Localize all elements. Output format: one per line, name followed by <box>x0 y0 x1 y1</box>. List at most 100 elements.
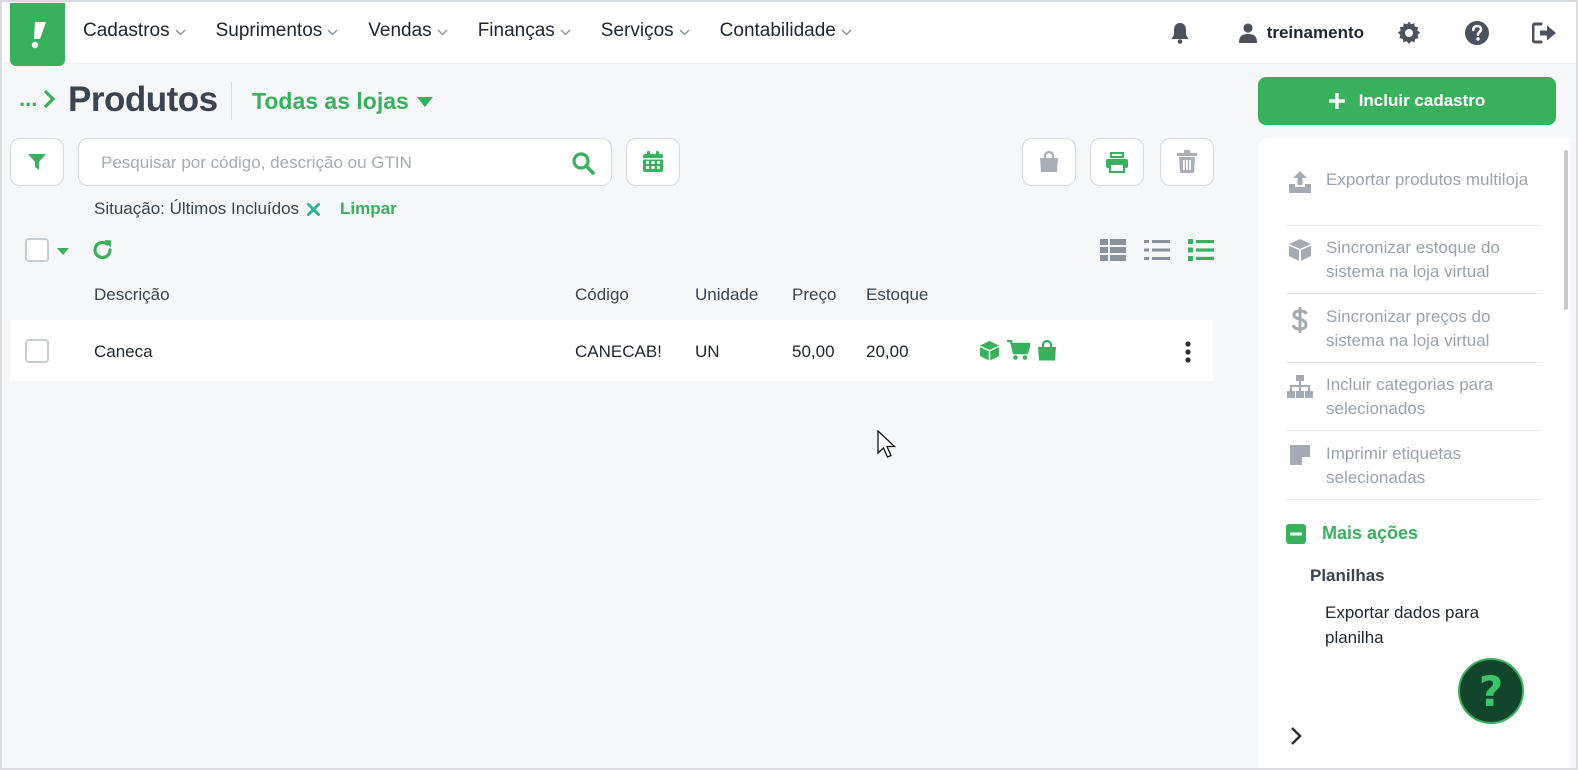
active-filter: Situação: Últimos Incluídos Limpar <box>94 199 397 219</box>
column-header-preco[interactable]: Preço <box>792 285 836 305</box>
cell-preco: 50,00 <box>792 342 835 361</box>
shopping-bag-icon <box>1040 151 1058 172</box>
printer-icon <box>1106 152 1128 173</box>
breadcrumb-ellipsis: ... <box>19 86 38 111</box>
help-icon[interactable] <box>1460 16 1494 50</box>
main-menu: Cadastros Suprimentos Vendas Finanças Se… <box>83 20 882 42</box>
cube-icon <box>979 340 1000 361</box>
side-action-add-categories[interactable]: Incluir categorias para selecionados <box>1286 373 1542 431</box>
filter-icon <box>28 154 46 170</box>
title-divider <box>231 82 232 120</box>
row-checkbox[interactable] <box>25 339 49 363</box>
nav-label: Finanças <box>477 20 555 41</box>
sticky-note-icon <box>1286 444 1314 466</box>
user-icon <box>1238 23 1257 43</box>
export-spreadsheet-link[interactable]: Exportar dados para planilha <box>1325 600 1515 650</box>
view-table-icon[interactable] <box>1100 238 1126 262</box>
side-action-sync-stock[interactable]: Sincronizar estoque do sistema na loja v… <box>1286 236 1542 294</box>
mouse-cursor-icon <box>877 430 897 460</box>
user-menu[interactable]: treinamento <box>1238 23 1364 43</box>
collapse-icon <box>1286 523 1306 544</box>
box-icon <box>1286 238 1314 262</box>
nav-financas[interactable]: Finanças <box>478 20 571 42</box>
side-action-print-labels[interactable]: Imprimir etiquetas selecionadas <box>1286 442 1542 500</box>
cart-icon <box>1007 340 1030 361</box>
cell-unidade: UN <box>695 342 720 361</box>
help-chat-button[interactable]: ? <box>1458 658 1524 724</box>
nav-cadastros[interactable]: Cadastros <box>83 20 186 42</box>
upload-icon <box>1286 170 1314 194</box>
cell-descricao: Caneca <box>94 342 153 361</box>
caret-down-icon <box>416 96 433 107</box>
search-icon[interactable] <box>571 151 595 175</box>
spreadsheets-heading: Planilhas <box>1310 566 1385 585</box>
search-box <box>78 138 612 186</box>
chevron-right-icon[interactable] <box>1290 726 1302 746</box>
delete-button[interactable] <box>1160 138 1214 186</box>
chevron-down-icon <box>327 29 338 36</box>
select-all-checkbox[interactable] <box>25 238 49 262</box>
nav-vendas[interactable]: Vendas <box>368 20 448 42</box>
shop-bag-button[interactable] <box>1022 138 1076 186</box>
dollar-icon <box>1286 307 1314 333</box>
selection-dropdown-icon[interactable] <box>57 248 69 255</box>
side-action-sync-prices[interactable]: Sincronizar preços do sistema na loja vi… <box>1286 305 1542 363</box>
chevron-down-icon <box>679 29 690 36</box>
chevron-down-icon <box>841 29 852 36</box>
sitemap-icon <box>1286 375 1314 399</box>
row-status-icons <box>979 340 1064 361</box>
chevron-down-icon <box>437 29 448 36</box>
column-header-estoque[interactable]: Estoque <box>866 285 928 305</box>
panel-scrollbar[interactable] <box>1564 150 1568 310</box>
column-header-codigo[interactable]: Código <box>575 285 629 305</box>
more-actions-label: Mais ações <box>1322 523 1419 543</box>
side-action-export-multistore[interactable]: Exportar produtos multiloja <box>1286 168 1542 226</box>
side-action-label: Imprimir etiquetas selecionadas <box>1326 444 1462 487</box>
filter-tag-label: Situação: Últimos Incluídos <box>94 199 300 218</box>
nav-label: Suprimentos <box>215 20 323 41</box>
side-action-label: Incluir categorias para selecionados <box>1326 375 1494 418</box>
side-action-label: Sincronizar preços do sistema na loja vi… <box>1326 307 1491 350</box>
more-actions-toggle[interactable]: Mais ações <box>1286 523 1418 544</box>
plus-icon <box>1328 93 1345 109</box>
help-fab-glyph: ? <box>1478 666 1504 716</box>
row-actions-icon[interactable] <box>1180 340 1196 364</box>
nav-actions: treinamento <box>1163 16 1576 50</box>
app-logo[interactable] <box>10 3 65 66</box>
filter-button[interactable] <box>10 138 64 186</box>
view-detailed-list-icon[interactable] <box>1188 238 1214 262</box>
refresh-icon[interactable] <box>91 238 115 262</box>
table-row[interactable]: Caneca CANECAB! UN 50,00 20,00 <box>10 320 1213 381</box>
nav-servicos[interactable]: Serviços <box>601 20 690 42</box>
bell-icon[interactable] <box>1163 16 1197 50</box>
clear-filters-link[interactable]: Limpar <box>340 199 397 219</box>
nav-contabilidade[interactable]: Contabilidade <box>720 20 852 42</box>
calendar-icon <box>643 151 663 172</box>
trash-icon <box>1177 150 1197 173</box>
shopping-bag-icon <box>1037 340 1057 361</box>
nav-label: Contabilidade <box>719 20 836 41</box>
print-button[interactable] <box>1090 138 1144 186</box>
top-navbar: Cadastros Suprimentos Vendas Finanças Se… <box>2 2 1576 66</box>
search-input[interactable] <box>101 151 551 175</box>
date-filter-button[interactable] <box>626 138 680 186</box>
add-record-button[interactable]: Incluir cadastro <box>1258 77 1556 125</box>
logout-icon[interactable] <box>1528 16 1562 50</box>
store-selector[interactable]: Todas as lojas <box>252 88 433 115</box>
remove-filter-icon[interactable] <box>307 202 321 216</box>
chevron-down-icon <box>560 29 571 36</box>
side-action-label: Exportar produtos multiloja <box>1326 170 1529 189</box>
gear-icon[interactable] <box>1392 16 1426 50</box>
view-list-icon[interactable] <box>1144 238 1170 262</box>
column-header-descricao[interactable]: Descrição <box>94 285 170 305</box>
store-selector-label: Todas as lojas <box>252 88 409 114</box>
cell-codigo: CANECAB! <box>575 342 662 361</box>
side-action-label: Sincronizar estoque do sistema na loja v… <box>1326 238 1500 281</box>
breadcrumb[interactable]: ... <box>19 86 56 112</box>
nav-label: Vendas <box>368 20 432 41</box>
column-header-unidade[interactable]: Unidade <box>695 285 758 305</box>
actions-panel: Exportar produtos multiloja Sincronizar … <box>1258 138 1570 768</box>
chevron-down-icon <box>175 29 186 36</box>
add-record-label: Incluir cadastro <box>1358 91 1486 110</box>
nav-suprimentos[interactable]: Suprimentos <box>216 20 339 42</box>
